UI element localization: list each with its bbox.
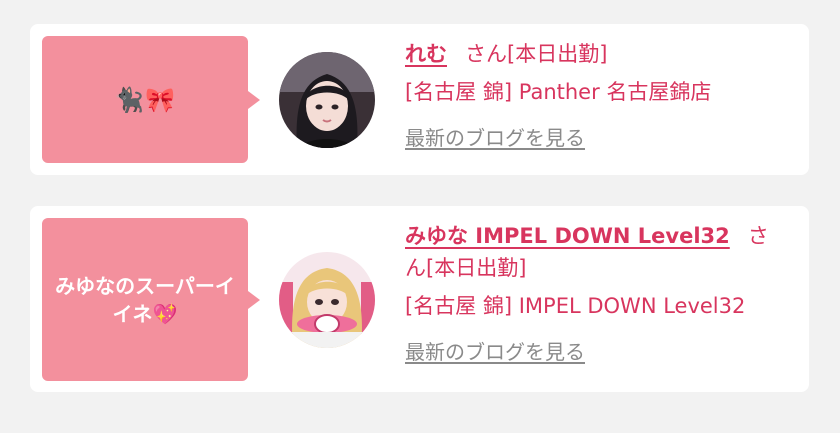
avatar[interactable] — [279, 52, 375, 148]
shop-name: [名古屋 錦] IMPEL DOWN Level32 — [405, 294, 746, 318]
avatar-photo — [279, 52, 375, 148]
cast-status: さん[本日出勤] — [465, 42, 608, 66]
comment-bubble: 🐈‍⬛🎀 — [42, 36, 260, 163]
cast-name-link[interactable]: れむ — [405, 42, 447, 66]
cast-info: れむ さん[本日出勤] [名古屋 錦] Panther 名古屋錦店 最新のブログを… — [405, 38, 789, 151]
comment-bubble: みゆなのスーパーイイネ💖 — [42, 218, 260, 381]
cast-card: みゆなのスーパーイイネ💖 みゆな IMPEL DOWN Level32 さん[本日… — [30, 206, 809, 392]
avatar[interactable] — [279, 252, 375, 348]
cast-card: 🐈‍⬛🎀 れむ さん[本日出勤] [名古屋 錦] Panther 名古屋錦店 最新… — [30, 24, 809, 175]
avatar-photo — [279, 252, 375, 348]
latest-blog-link[interactable]: 最新のブログを見る — [405, 336, 585, 365]
latest-blog-link[interactable]: 最新のブログを見る — [405, 122, 585, 151]
cast-name-link[interactable]: みゆな IMPEL DOWN Level32 — [405, 224, 730, 248]
comment-text: みゆなのスーパーイイネ💖 — [55, 273, 235, 326]
comment-text: 🐈‍⬛🎀 — [114, 85, 176, 114]
cast-info: みゆな IMPEL DOWN Level32 さん[本日出勤] [名古屋 錦] I… — [405, 220, 789, 365]
shop-name: [名古屋 錦] Panther 名古屋錦店 — [405, 80, 712, 104]
